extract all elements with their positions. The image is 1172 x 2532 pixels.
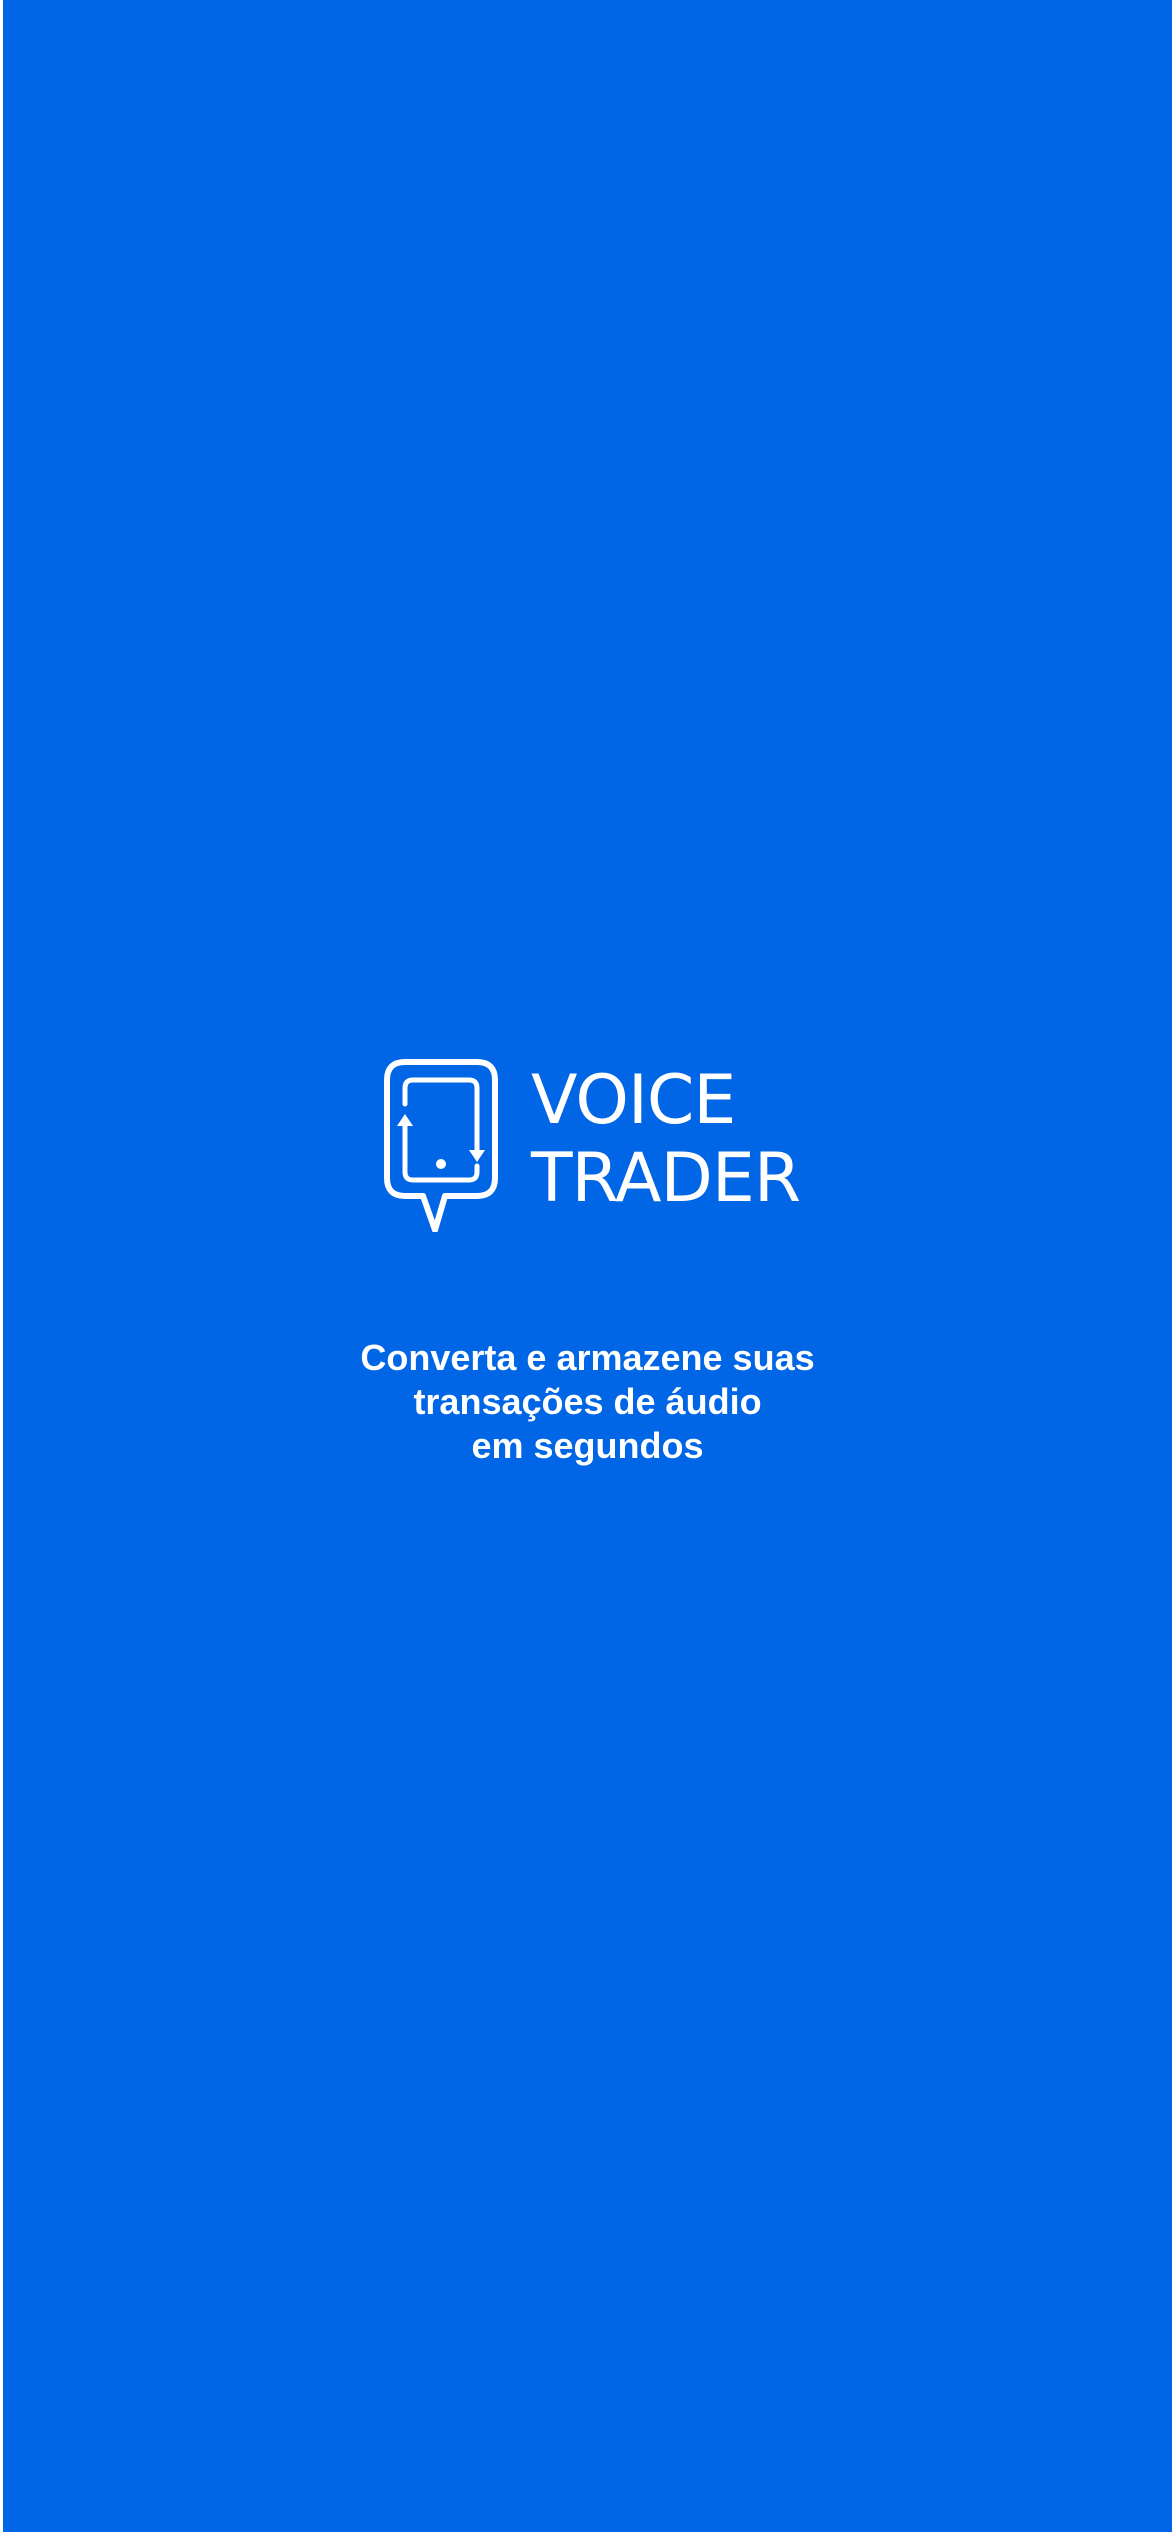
app-logo: VOICE TRADER <box>383 1058 803 1232</box>
tagline-line-2: transações de áudio <box>413 1381 762 1422</box>
phone-speech-bubble-icon <box>384 1059 498 1232</box>
splash-screen: VOICE TRADER Converta e armazene suas tr… <box>3 0 1172 2532</box>
tagline: Converta e armazene suas transações de á… <box>3 1336 1172 1468</box>
wordmark-line-1: VOICE <box>531 1061 736 1140</box>
app-wordmark: VOICE TRADER <box>531 1061 801 1218</box>
tagline-line-3: em segundos <box>471 1425 704 1466</box>
wordmark-line-2: TRADER <box>531 1139 801 1218</box>
tagline-line-1: Converta e armazene suas <box>360 1337 815 1378</box>
